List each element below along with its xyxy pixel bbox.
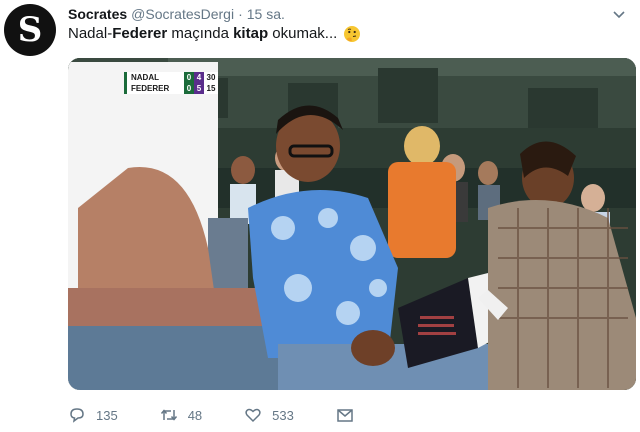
avatar[interactable]: S [4,4,56,56]
player-points: 30 [204,72,218,83]
player-sets: 0 [184,83,194,94]
avatar-letter: S [17,10,43,50]
author-name[interactable]: Socrates [68,6,127,22]
tweet-actions: 135 48 533 [68,404,406,426]
stadium-crowd-image [68,58,636,390]
tweet-text-bold: Federer [112,25,168,42]
tweet-text-part: okumak... [268,25,338,42]
player-name: FEDERER [124,83,184,94]
tweet-text-bold: kitap [233,25,269,42]
like-count: 533 [272,407,294,423]
retweet-button[interactable]: 48 [160,406,202,424]
scoreboard-row: NADAL 0 4 30 [124,72,218,83]
chevron-down-icon[interactable] [612,7,626,21]
timestamp[interactable]: 15 sa. [247,6,285,22]
tweet-text: Nadal- Federer maçında kitap okumak... [68,24,361,44]
player-games: 5 [194,83,204,94]
tweet-text-part: Nadal- [68,25,113,42]
scoreboard-row: FEDERER 0 5 15 [124,83,218,94]
author-handle[interactable]: @SocratesDergi [131,6,234,22]
reply-icon [70,408,84,423]
heart-icon [245,408,261,423]
tweet-photo[interactable]: NADAL 0 4 30 FEDERER 0 5 15 [68,58,636,390]
player-points: 15 [204,83,218,94]
player-games: 4 [194,72,204,83]
player-sets: 0 [184,72,194,83]
retweet-icon [160,409,177,421]
scoreboard: NADAL 0 4 30 FEDERER 0 5 15 [124,72,218,94]
tweet-text-part: maçında [167,25,234,42]
thinking-face-icon [344,26,361,42]
player-name: NADAL [124,72,184,83]
reply-button[interactable]: 135 [68,406,118,424]
envelope-icon [337,409,353,422]
reply-count: 135 [96,407,118,423]
retweet-count: 48 [187,407,203,423]
direct-message-button[interactable] [336,406,364,424]
like-button[interactable]: 533 [244,406,294,424]
tweet-header: Socrates @SocratesDergi · 15 sa. [68,5,630,23]
separator: · [238,6,243,22]
